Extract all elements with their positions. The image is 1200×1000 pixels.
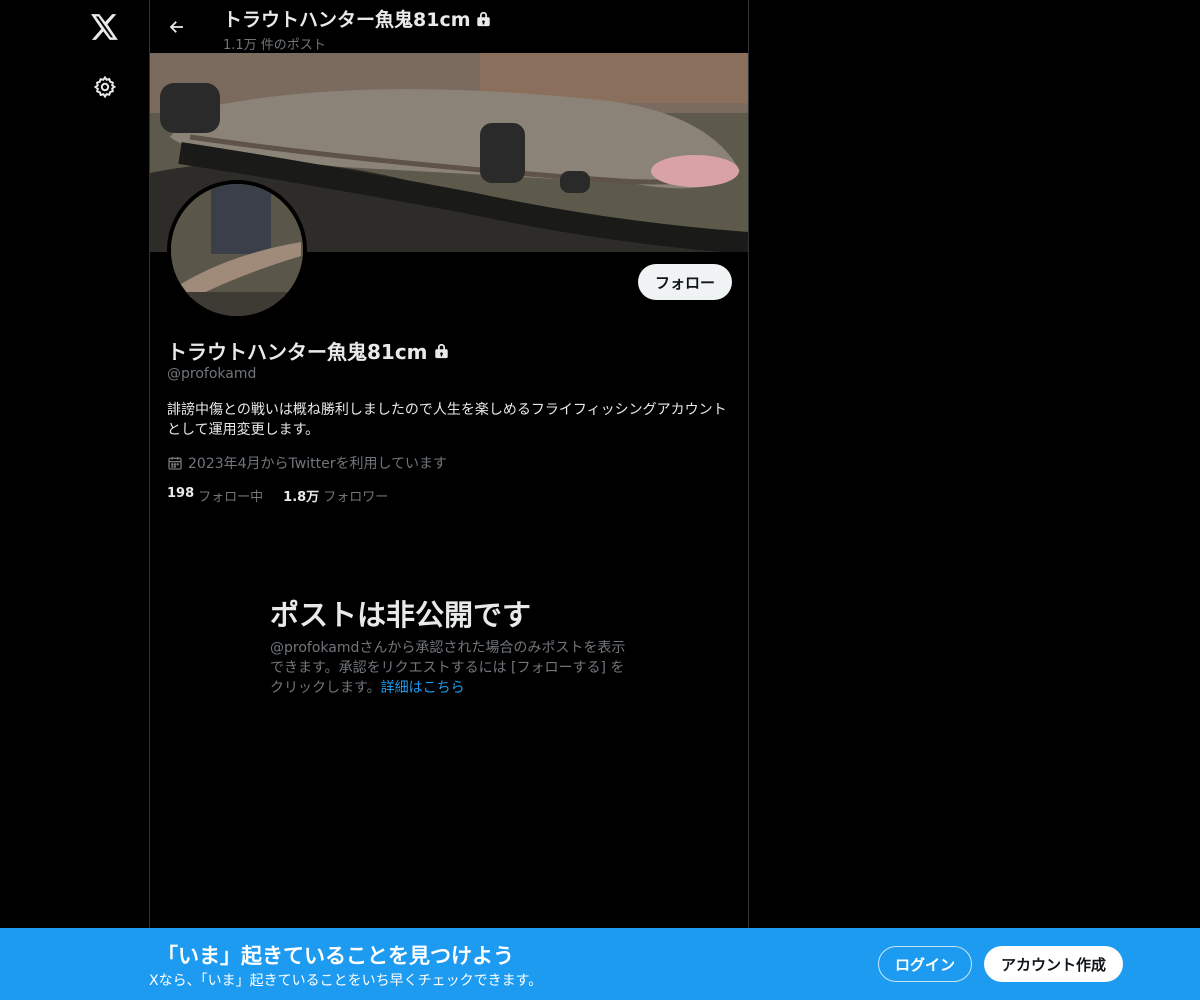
private-notice-title: ポストは非公開です xyxy=(270,598,532,632)
avatar[interactable] xyxy=(167,180,307,320)
signup-banner-title: 「いま」起きていることを見つけよう xyxy=(157,944,514,968)
sidebar xyxy=(0,0,150,1000)
profile-column: トラウトハンター魚鬼81cm 1.1万 件のポスト フォロー トラウトハンター魚… xyxy=(149,0,749,1000)
following-label: フォロー中 xyxy=(198,490,264,505)
gear-icon[interactable] xyxy=(88,70,122,104)
lock-icon xyxy=(476,11,490,26)
signup-banner-subtitle: Xなら、「いま」起きていることをいち早くチェックできます。 xyxy=(149,973,543,989)
header-title: トラウトハンター魚鬼81cm xyxy=(223,5,491,32)
follow-stats: 198 フォロー中 1.8万 フォロワー xyxy=(167,486,388,505)
arrow-left-icon[interactable] xyxy=(162,12,192,42)
private-notice-description: @profokamdさんから承認された場合のみポストを表示できます。承認をリクエ… xyxy=(270,638,630,698)
login-button[interactable]: ログイン xyxy=(878,946,972,982)
followers-link[interactable]: 1.8万 フォロワー xyxy=(283,486,388,505)
lock-icon xyxy=(434,343,448,358)
calendar-icon xyxy=(168,457,182,470)
post-count: 1.1万 件のポスト xyxy=(223,38,326,53)
following-count: 198 xyxy=(167,486,195,501)
x-logo-icon[interactable] xyxy=(88,10,122,44)
join-date-text: 2023年4月からTwitterを利用しています xyxy=(188,456,448,472)
followers-count: 1.8万 xyxy=(283,490,320,505)
profile-handle: @profokamd xyxy=(167,366,257,382)
learn-more-link[interactable]: 詳細はこちら xyxy=(381,680,465,696)
profile-header: トラウトハンター魚鬼81cm 1.1万 件のポスト xyxy=(150,0,748,53)
signup-banner: 「いま」起きていることを見つけよう Xなら、「いま」起きていることをいち早くチェ… xyxy=(0,928,1200,1000)
following-link[interactable]: 198 フォロー中 xyxy=(167,486,263,505)
profile-bio: 誹謗中傷との戦いは概ね勝利しましたので人生を楽しめるフライフィッシングアカウント… xyxy=(167,402,727,438)
header-title-text: トラウトハンター魚鬼81cm xyxy=(223,9,471,31)
profile-name: トラウトハンター魚鬼81cm xyxy=(167,336,449,365)
followers-label: フォロワー xyxy=(323,490,389,505)
profile-name-text: トラウトハンター魚鬼81cm xyxy=(167,340,428,364)
join-date: 2023年4月からTwitterを利用しています xyxy=(167,453,447,473)
signup-button[interactable]: アカウント作成 xyxy=(984,946,1123,982)
follow-button[interactable]: フォロー xyxy=(638,264,732,300)
